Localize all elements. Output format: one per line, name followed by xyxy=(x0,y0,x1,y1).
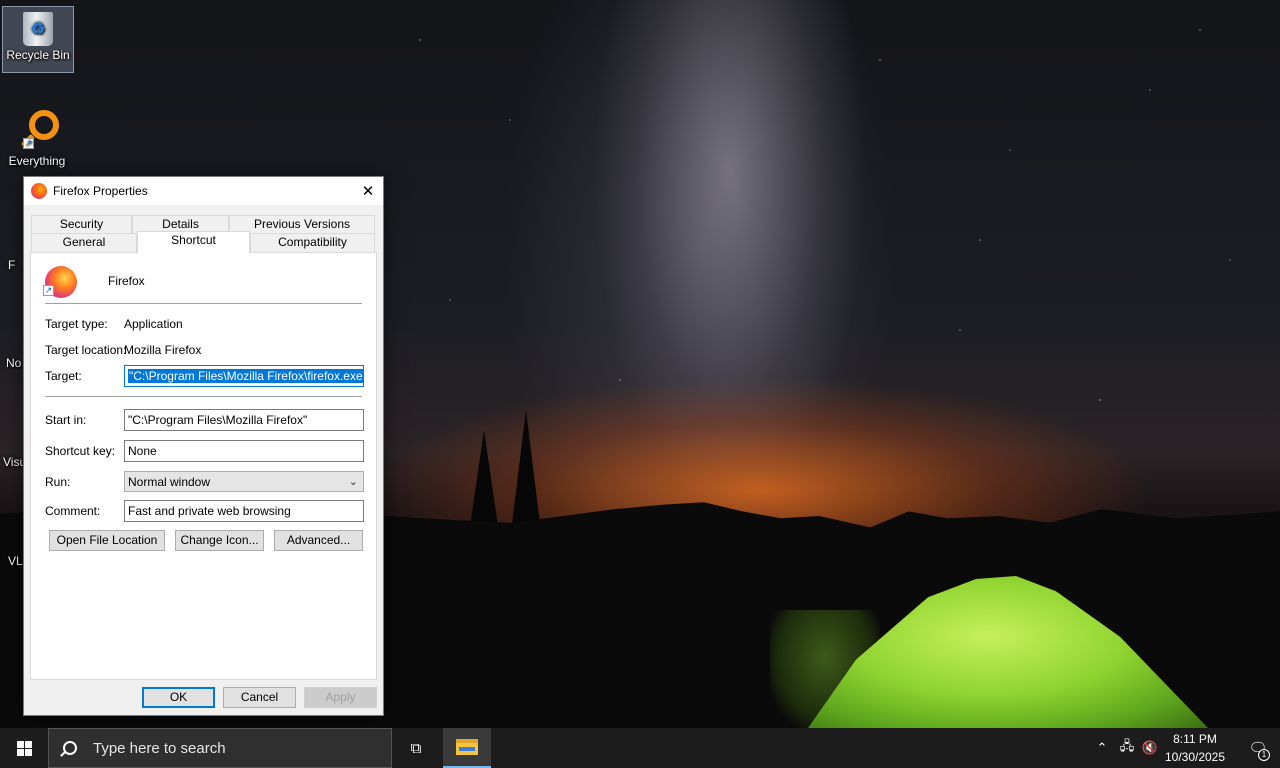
change-icon-button[interactable]: Change Icon... xyxy=(175,530,264,551)
desktop-icon-recycle-bin[interactable]: ♻ Recycle Bin xyxy=(2,6,74,73)
desktop-icon-partial[interactable]: F xyxy=(8,258,15,272)
dialog-title: Firefox Properties xyxy=(53,184,148,198)
firefox-properties-dialog: Firefox Properties ✕ Security Details Pr… xyxy=(23,176,384,716)
desktop-icon-partial[interactable]: VL xyxy=(8,554,23,568)
target-field-value: "C:\Program Files\Mozilla Firefox\firefo… xyxy=(128,369,363,383)
run-select-value: Normal window xyxy=(128,475,211,489)
clock-time: 8:11 PM xyxy=(1173,732,1217,746)
recycle-bin-icon: ♻ xyxy=(23,12,53,46)
ok-button[interactable]: OK xyxy=(142,687,215,708)
run-label: Run: xyxy=(45,475,71,489)
folder-icon xyxy=(456,739,478,755)
shortcut-arrow-icon: ↗ xyxy=(43,285,54,296)
target-label: Target: xyxy=(45,369,82,383)
start-button[interactable] xyxy=(0,728,48,768)
task-view-icon[interactable]: ⧉ xyxy=(400,728,432,768)
target-type-label: Target type: xyxy=(45,317,108,331)
divider xyxy=(45,396,362,397)
magnifier-icon: ↗ xyxy=(15,108,59,152)
start-in-field[interactable]: "C:\Program Files\Mozilla Firefox" xyxy=(124,409,364,431)
tab-security[interactable]: Security xyxy=(31,215,132,234)
divider xyxy=(45,303,362,304)
taskbar-clock[interactable]: 8:11 PM 10/30/2025 xyxy=(1158,730,1232,766)
shortcut-arrow-icon: ↗ xyxy=(23,138,34,149)
shortcut-key-field[interactable]: None xyxy=(124,440,364,462)
desktop-icon-label: No xyxy=(6,356,22,370)
desktop-icon-label: Everything xyxy=(8,154,66,168)
desktop-icon-everything[interactable]: ↗ Everything xyxy=(1,108,73,168)
target-location-value: Mozilla Firefox xyxy=(124,343,202,357)
cancel-button[interactable]: Cancel xyxy=(223,687,296,708)
shortcut-key-label: Shortcut key: xyxy=(45,444,116,458)
firefox-icon xyxy=(31,183,47,199)
target-location-label: Target location: xyxy=(45,343,127,357)
tab-compatibility[interactable]: Compatibility xyxy=(250,233,375,252)
run-select[interactable]: Normal window ⌄ xyxy=(124,471,364,492)
chevron-down-icon: ⌄ xyxy=(348,476,358,488)
taskbar-search-box[interactable]: Type here to search xyxy=(48,728,392,768)
comment-label: Comment: xyxy=(45,504,101,518)
firefox-app-icon: ↗ xyxy=(43,266,77,298)
desktop-icon-label: F xyxy=(8,258,16,272)
file-explorer-button[interactable] xyxy=(443,728,491,768)
close-button[interactable]: ✕ xyxy=(353,177,383,205)
chevron-up-icon[interactable]: ⌃ xyxy=(1093,728,1111,768)
start-in-label: Start in: xyxy=(45,413,87,427)
notification-center-icon[interactable]: 🗨 1 xyxy=(1236,728,1280,768)
search-icon xyxy=(63,741,77,755)
desktop-icon-partial[interactable]: No xyxy=(6,356,21,370)
open-file-location-button[interactable]: Open File Location xyxy=(49,530,165,551)
windows-logo-icon xyxy=(16,740,32,756)
taskbar: Type here to search ⧉ ⌃ 🖧 🔇 8:11 PM 10/3… xyxy=(0,728,1280,768)
target-type-value: Application xyxy=(124,317,183,331)
clock-date: 10/30/2025 xyxy=(1164,750,1226,764)
advanced-button[interactable]: Advanced... xyxy=(274,530,363,551)
notification-badge: 1 xyxy=(1258,749,1270,761)
shortcut-tab-panel: ↗ Firefox Target type: Application Targe… xyxy=(30,252,377,680)
volume-muted-icon[interactable]: 🔇 xyxy=(1140,728,1160,768)
target-field[interactable]: "C:\Program Files\Mozilla Firefox\firefo… xyxy=(124,365,364,387)
shortcut-name: Firefox xyxy=(108,274,145,288)
tab-previous-versions[interactable]: Previous Versions xyxy=(229,215,375,234)
desktop-icon-label: Recycle Bin xyxy=(6,48,70,62)
tab-shortcut[interactable]: Shortcut xyxy=(137,231,250,253)
network-icon[interactable]: 🖧 xyxy=(1116,728,1138,768)
comment-field[interactable]: Fast and private web browsing xyxy=(124,500,364,522)
dialog-title-bar[interactable]: Firefox Properties ✕ xyxy=(24,177,383,205)
apply-button[interactable]: Apply xyxy=(304,687,377,708)
search-placeholder: Type here to search xyxy=(93,739,226,757)
desktop-icon-label: VL xyxy=(8,554,23,568)
tab-general[interactable]: General xyxy=(31,233,137,252)
